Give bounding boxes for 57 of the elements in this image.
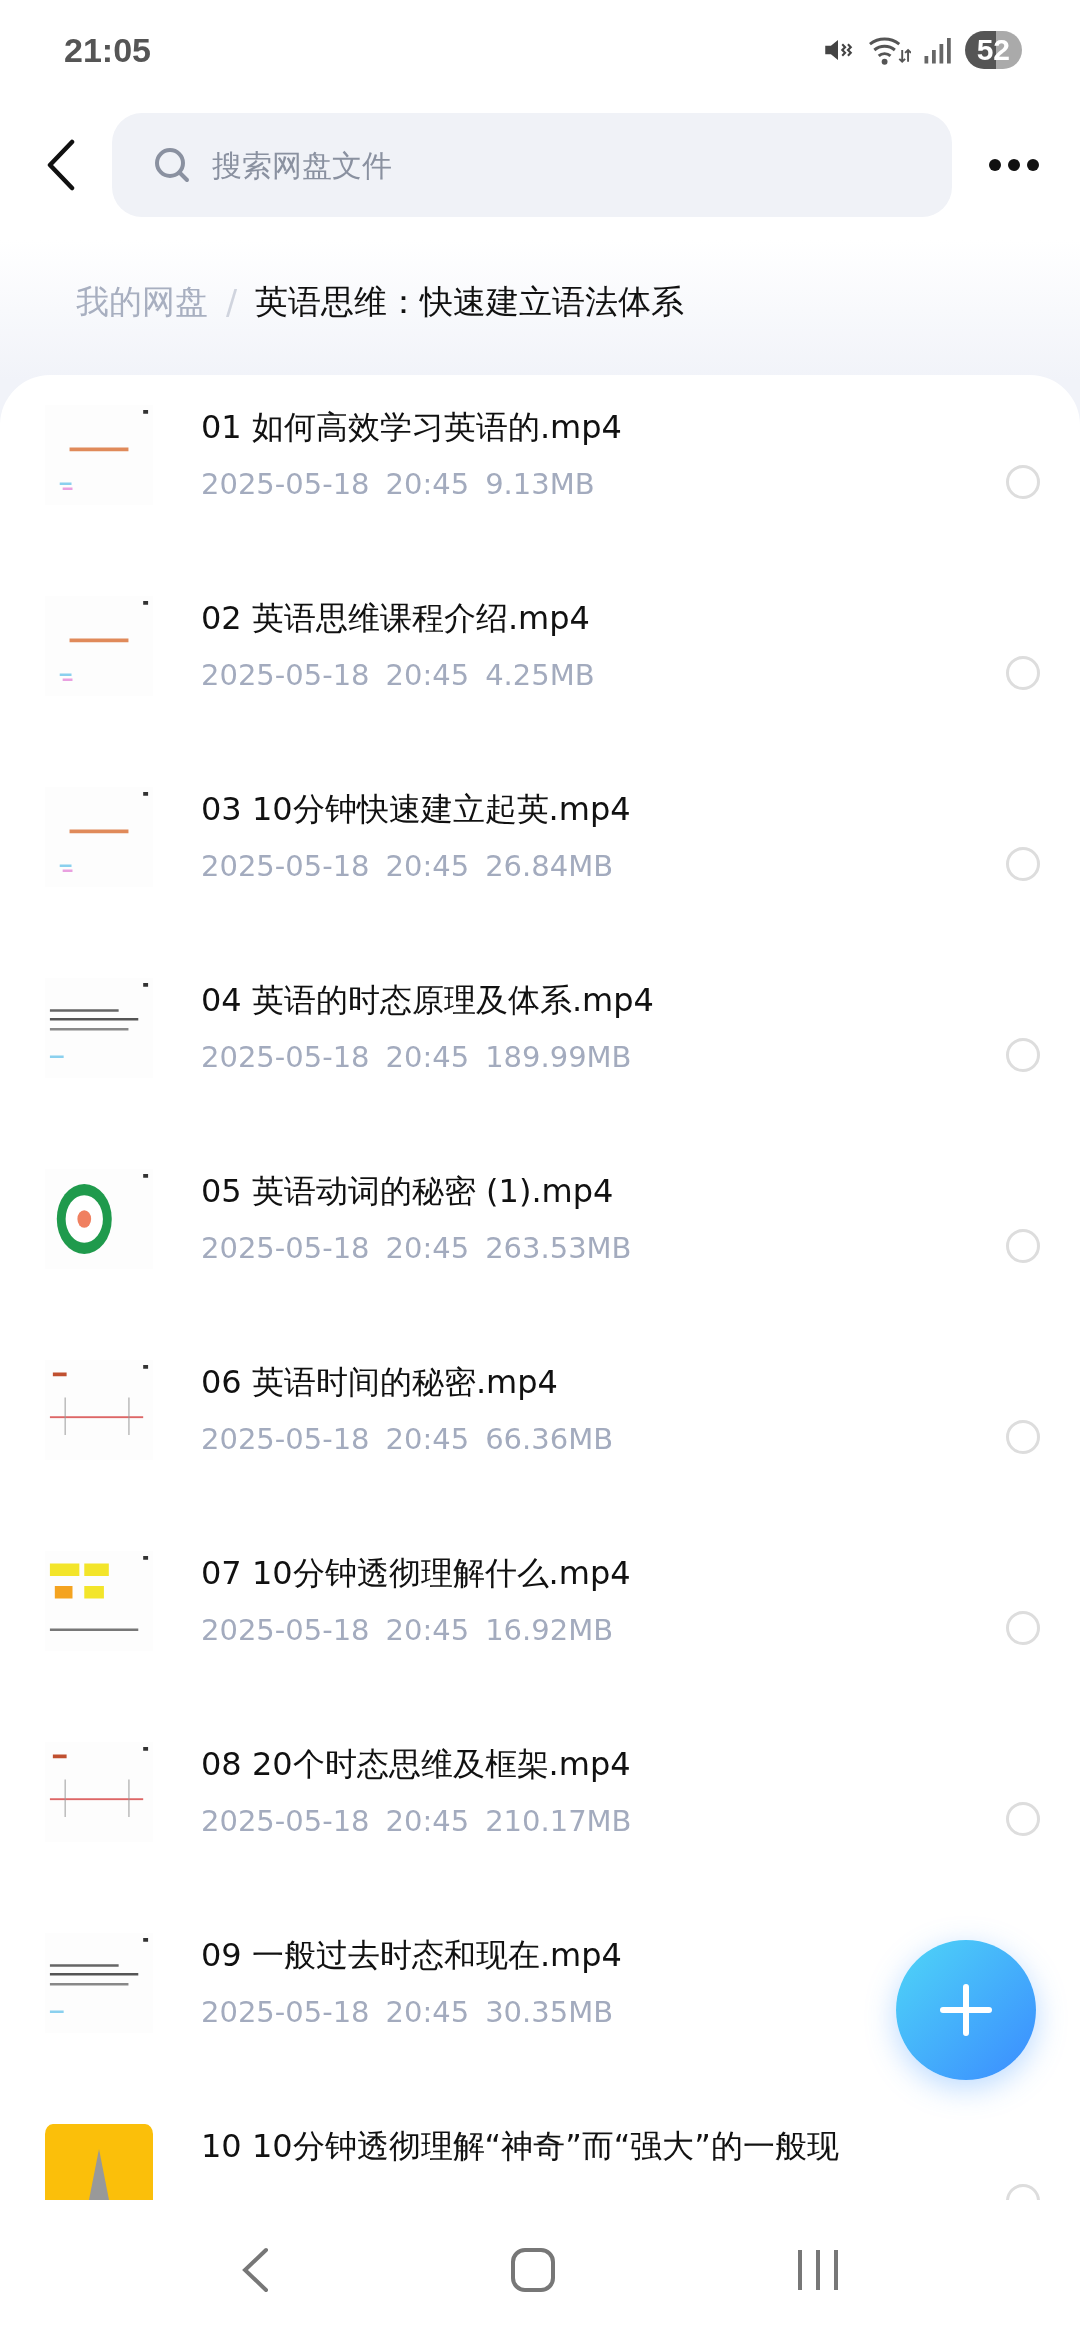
file-size: 66.36MB: [485, 1422, 614, 1456]
file-time: 20:45: [385, 1995, 470, 2029]
select-radio[interactable]: [1006, 1802, 1040, 1836]
home-icon[interactable]: [510, 2247, 556, 2293]
file-size: 9.13MB: [485, 467, 595, 501]
file-name[interactable]: 07 10分钟透彻理解什么.mp4: [201, 1551, 631, 1595]
recent-apps-icon[interactable]: [796, 2248, 840, 2292]
select-radio[interactable]: [1006, 465, 1040, 499]
battery-level: 52: [964, 31, 1022, 69]
file-date: 2025-05-18: [201, 849, 370, 883]
plus-icon: [939, 1983, 993, 2037]
status-time: 21:05: [64, 30, 151, 70]
file-name[interactable]: 04 英语的时态原理及体系.mp4: [201, 978, 654, 1022]
back-icon[interactable]: [46, 139, 76, 191]
file-name[interactable]: 02 英语思维课程介绍.mp4: [201, 596, 590, 640]
file-name[interactable]: 10 10分钟透彻理解“神奇”而“强大”的一般现: [201, 2124, 839, 2168]
signal-icon: [922, 35, 953, 65]
file-size: 263.53MB: [485, 1231, 632, 1265]
file-time: 20:45: [385, 849, 470, 883]
select-radio[interactable]: [1006, 847, 1040, 881]
more-icon[interactable]: [988, 158, 1040, 172]
file-size: 16.92MB: [485, 1613, 614, 1647]
file-time: 20:45: [385, 1804, 470, 1838]
file-date: 2025-05-18: [201, 1422, 370, 1456]
file-name[interactable]: 08 20个时态思维及框架.mp4: [201, 1742, 631, 1786]
file-time: 20:45: [385, 467, 470, 501]
file-size: 210.17MB: [485, 1804, 632, 1838]
file-time: 20:45: [385, 658, 470, 692]
file-date: 2025-05-18: [201, 1613, 370, 1647]
file-time: 20:45: [385, 1040, 470, 1074]
file-date: 2025-05-18: [201, 1231, 370, 1265]
select-radio[interactable]: [1006, 1038, 1040, 1072]
file-time: 20:45: [385, 1422, 470, 1456]
file-name[interactable]: 03 10分钟快速建立起英.mp4: [201, 787, 631, 831]
select-radio[interactable]: [1006, 1420, 1040, 1454]
file-size: 189.99MB: [485, 1040, 632, 1074]
file-date: 2025-05-18: [201, 658, 370, 692]
file-name[interactable]: 05 英语动词的秘密 (1).mp4: [201, 1169, 614, 1213]
file-date: 2025-05-18: [201, 1804, 370, 1838]
file-size: 4.25MB: [485, 658, 595, 692]
file-name[interactable]: 06 英语时间的秘密.mp4: [201, 1360, 558, 1404]
select-radio[interactable]: [1006, 1611, 1040, 1645]
search-field[interactable]: 搜索网盘文件: [112, 113, 952, 217]
file-size: 30.35MB: [485, 1995, 614, 2029]
file-date: 2025-05-18: [201, 1995, 370, 2029]
breadcrumb-separator: /: [226, 283, 238, 322]
select-radio[interactable]: [1006, 1229, 1040, 1263]
file-name[interactable]: 01 如何高效学习英语的.mp4: [201, 405, 622, 449]
file-time: 20:45: [385, 1231, 470, 1265]
file-name[interactable]: 09 一般过去时态和现在.mp4: [201, 1933, 622, 1977]
file-date: 2025-05-18: [201, 1040, 370, 1074]
select-radio[interactable]: [1006, 656, 1040, 690]
breadcrumb-item[interactable]: 英语思维：快速建立语法体系: [255, 280, 685, 325]
file-time: 20:45: [385, 1613, 470, 1647]
file-date: 2025-05-18: [201, 467, 370, 501]
search-icon: [152, 145, 192, 185]
file-size: 26.84MB: [485, 849, 614, 883]
